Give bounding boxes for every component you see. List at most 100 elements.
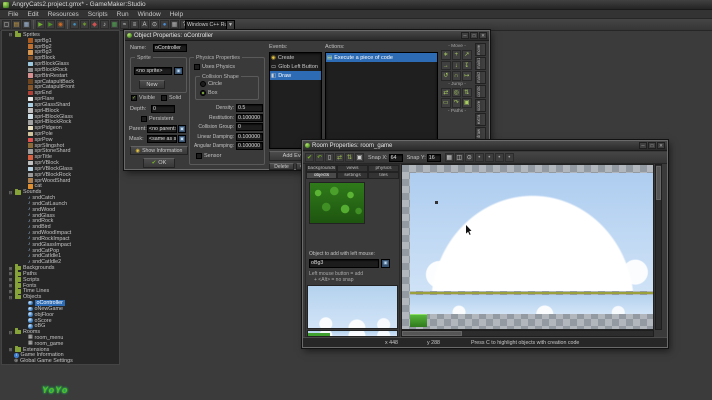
create-timeline-icon[interactable]: ⊙ xyxy=(150,20,159,29)
center-view-icon[interactable]: ⊙ xyxy=(465,153,474,162)
run-debug-icon[interactable]: ▶ xyxy=(46,20,55,29)
physics-field-input[interactable]: 0.100000 xyxy=(236,133,263,141)
menu-window[interactable]: Window xyxy=(134,11,165,18)
shift-room-icon[interactable]: ⇄ xyxy=(335,153,344,162)
uses-physics-checkbox[interactable]: Uses Physics xyxy=(194,64,235,70)
grass-platform[interactable] xyxy=(410,314,427,327)
room-tab-tiles[interactable]: tiles xyxy=(368,172,399,179)
show-information-button[interactable]: ◉ Show Information xyxy=(130,146,188,155)
menu-run[interactable]: Run xyxy=(113,11,133,18)
persistent-checkbox-box[interactable] xyxy=(141,116,147,122)
expander-icon[interactable]: ⊟ xyxy=(8,190,13,195)
persistent-checkbox[interactable]: Persistent xyxy=(141,116,173,122)
uses-physics-checkbox-box[interactable] xyxy=(194,64,200,70)
sprite-select-icon[interactable]: ▣ xyxy=(174,67,183,75)
minimize-icon[interactable]: ─ xyxy=(639,142,647,149)
create-sprite-icon[interactable]: ◆ xyxy=(90,20,99,29)
mask-input[interactable]: <same as sprite> xyxy=(147,135,177,143)
room-tab-views[interactable]: views xyxy=(337,165,368,172)
expander-icon[interactable]: ⊟ xyxy=(8,330,13,335)
grid-toggle-icon[interactable]: ▦ xyxy=(445,153,454,162)
visible-checkbox[interactable]: ✓ Visible xyxy=(131,95,155,101)
jump-action-3-icon[interactable]: ▭ xyxy=(441,98,451,108)
option-3-icon[interactable]: • xyxy=(495,153,504,162)
create-script-icon[interactable]: ≡ xyxy=(130,20,139,29)
lock-instances-icon[interactable]: ▣ xyxy=(355,153,364,162)
sort-objects-icon[interactable]: ⇅ xyxy=(345,153,354,162)
clear-room-icon[interactable]: ▯ xyxy=(325,153,334,162)
action-tab-main1[interactable]: main1 xyxy=(475,57,486,70)
move-action-6-icon[interactable]: ↺ xyxy=(441,71,451,81)
physics-field-input[interactable]: 0.100000 xyxy=(236,114,263,122)
parent-select-icon[interactable]: ▣ xyxy=(178,125,186,133)
jump-action-5-icon[interactable]: ▣ xyxy=(462,98,472,108)
expander-icon[interactable]: ⊞ xyxy=(8,277,13,282)
menu-resources[interactable]: Resources xyxy=(44,11,83,18)
move-action-5-icon[interactable]: ↧ xyxy=(462,61,472,71)
sprite-input[interactable]: <no sprite> xyxy=(134,67,172,75)
option-1-icon[interactable]: • xyxy=(475,153,484,162)
create-room-icon[interactable]: ▦ xyxy=(170,20,179,29)
action-tab-move[interactable]: move xyxy=(475,43,486,56)
name-input[interactable]: oController xyxy=(153,44,187,52)
event-item[interactable]: ▭Glob Left Button xyxy=(270,62,321,71)
expander-icon[interactable]: ⊞ xyxy=(8,347,13,352)
circle-radio-icon[interactable] xyxy=(200,81,206,87)
room-tab-backgrounds[interactable]: backgrounds xyxy=(306,165,337,172)
move-action-4-icon[interactable]: ↓ xyxy=(452,61,462,71)
menu-file[interactable]: File xyxy=(4,11,22,18)
action-item[interactable]: ▤Execute a piece of code xyxy=(326,53,437,62)
stop-icon[interactable]: ◉ xyxy=(56,20,65,29)
room-tab-settings[interactable]: settings xyxy=(337,172,368,179)
run-game-icon[interactable]: ▶ xyxy=(36,20,45,29)
box-radio-icon[interactable] xyxy=(200,90,206,96)
move-action-0-icon[interactable]: ∗ xyxy=(441,50,451,60)
runner-dropdown[interactable]: Windows C++ Runner ▼ xyxy=(185,20,235,30)
minimize-icon[interactable]: ─ xyxy=(461,32,469,39)
action-tab-extra[interactable]: extra xyxy=(475,113,486,126)
object-select-icon[interactable]: ▣ xyxy=(381,259,390,268)
jump-action-4-icon[interactable]: ↷ xyxy=(452,98,462,108)
expander-icon[interactable]: ⊞ xyxy=(8,283,13,288)
sensor-checkbox[interactable]: Sensor xyxy=(196,153,221,159)
vertical-scrollbar[interactable] xyxy=(655,164,662,330)
action-tab-control[interactable]: control xyxy=(475,85,486,98)
create-path-icon[interactable]: ≈ xyxy=(120,20,129,29)
close-icon[interactable]: ✕ xyxy=(479,32,487,39)
room-tab-physics[interactable]: physics xyxy=(368,165,399,172)
new-sprite-button[interactable]: New xyxy=(139,80,165,89)
snap-x-input[interactable]: 64 xyxy=(389,154,403,162)
move-action-7-icon[interactable]: ∩ xyxy=(452,71,462,81)
expander-icon[interactable]: ⊞ xyxy=(8,289,13,294)
jump-action-0-icon[interactable]: ⇄ xyxy=(441,88,451,98)
visible-checkbox-box[interactable]: ✓ xyxy=(131,95,137,101)
room-object-marker[interactable] xyxy=(435,201,438,204)
jump-action-1-icon[interactable]: ◎ xyxy=(452,88,462,98)
object-window-titlebar[interactable]: Object Properties: oController ─ □ ✕ xyxy=(125,31,489,41)
move-action-8-icon[interactable]: ↦ xyxy=(462,71,472,81)
physics-field-input[interactable]: 0 xyxy=(236,123,263,131)
option-4-icon[interactable]: • xyxy=(505,153,514,162)
menu-edit[interactable]: Edit xyxy=(23,11,42,18)
vertical-scrollbar-thumb[interactable] xyxy=(656,166,661,200)
depth-input[interactable]: 0 xyxy=(151,105,175,113)
horizontal-scrollbar-thumb[interactable] xyxy=(402,331,462,336)
shape-box-radio[interactable]: Box xyxy=(200,90,217,96)
physics-field-input[interactable]: 0.5 xyxy=(236,104,263,112)
solid-checkbox[interactable]: Solid xyxy=(161,95,181,101)
action-tab-draw[interactable]: draw xyxy=(475,127,486,140)
new-project-icon[interactable]: ▢ xyxy=(2,20,11,29)
expander-icon[interactable]: ⊞ xyxy=(8,266,13,271)
room-tab-objects[interactable]: objects xyxy=(306,172,337,179)
create-object-icon[interactable]: ● xyxy=(160,20,169,29)
chevron-down-icon[interactable]: ▼ xyxy=(226,21,234,29)
grid-iso-icon[interactable]: ◫ xyxy=(455,153,464,162)
room-window-titlebar[interactable]: Room Properties: room_game ─ □ ✕ xyxy=(303,141,667,151)
open-project-icon[interactable]: ▤ xyxy=(12,20,21,29)
action-tab-main2[interactable]: main2 xyxy=(475,71,486,84)
close-icon[interactable]: ✕ xyxy=(657,142,665,149)
event-item[interactable]: ◧Draw xyxy=(270,71,321,80)
shape-circle-radio[interactable]: Circle xyxy=(200,81,222,87)
undo-icon[interactable]: ↶ xyxy=(315,153,324,162)
create-font-icon[interactable]: A xyxy=(140,20,149,29)
